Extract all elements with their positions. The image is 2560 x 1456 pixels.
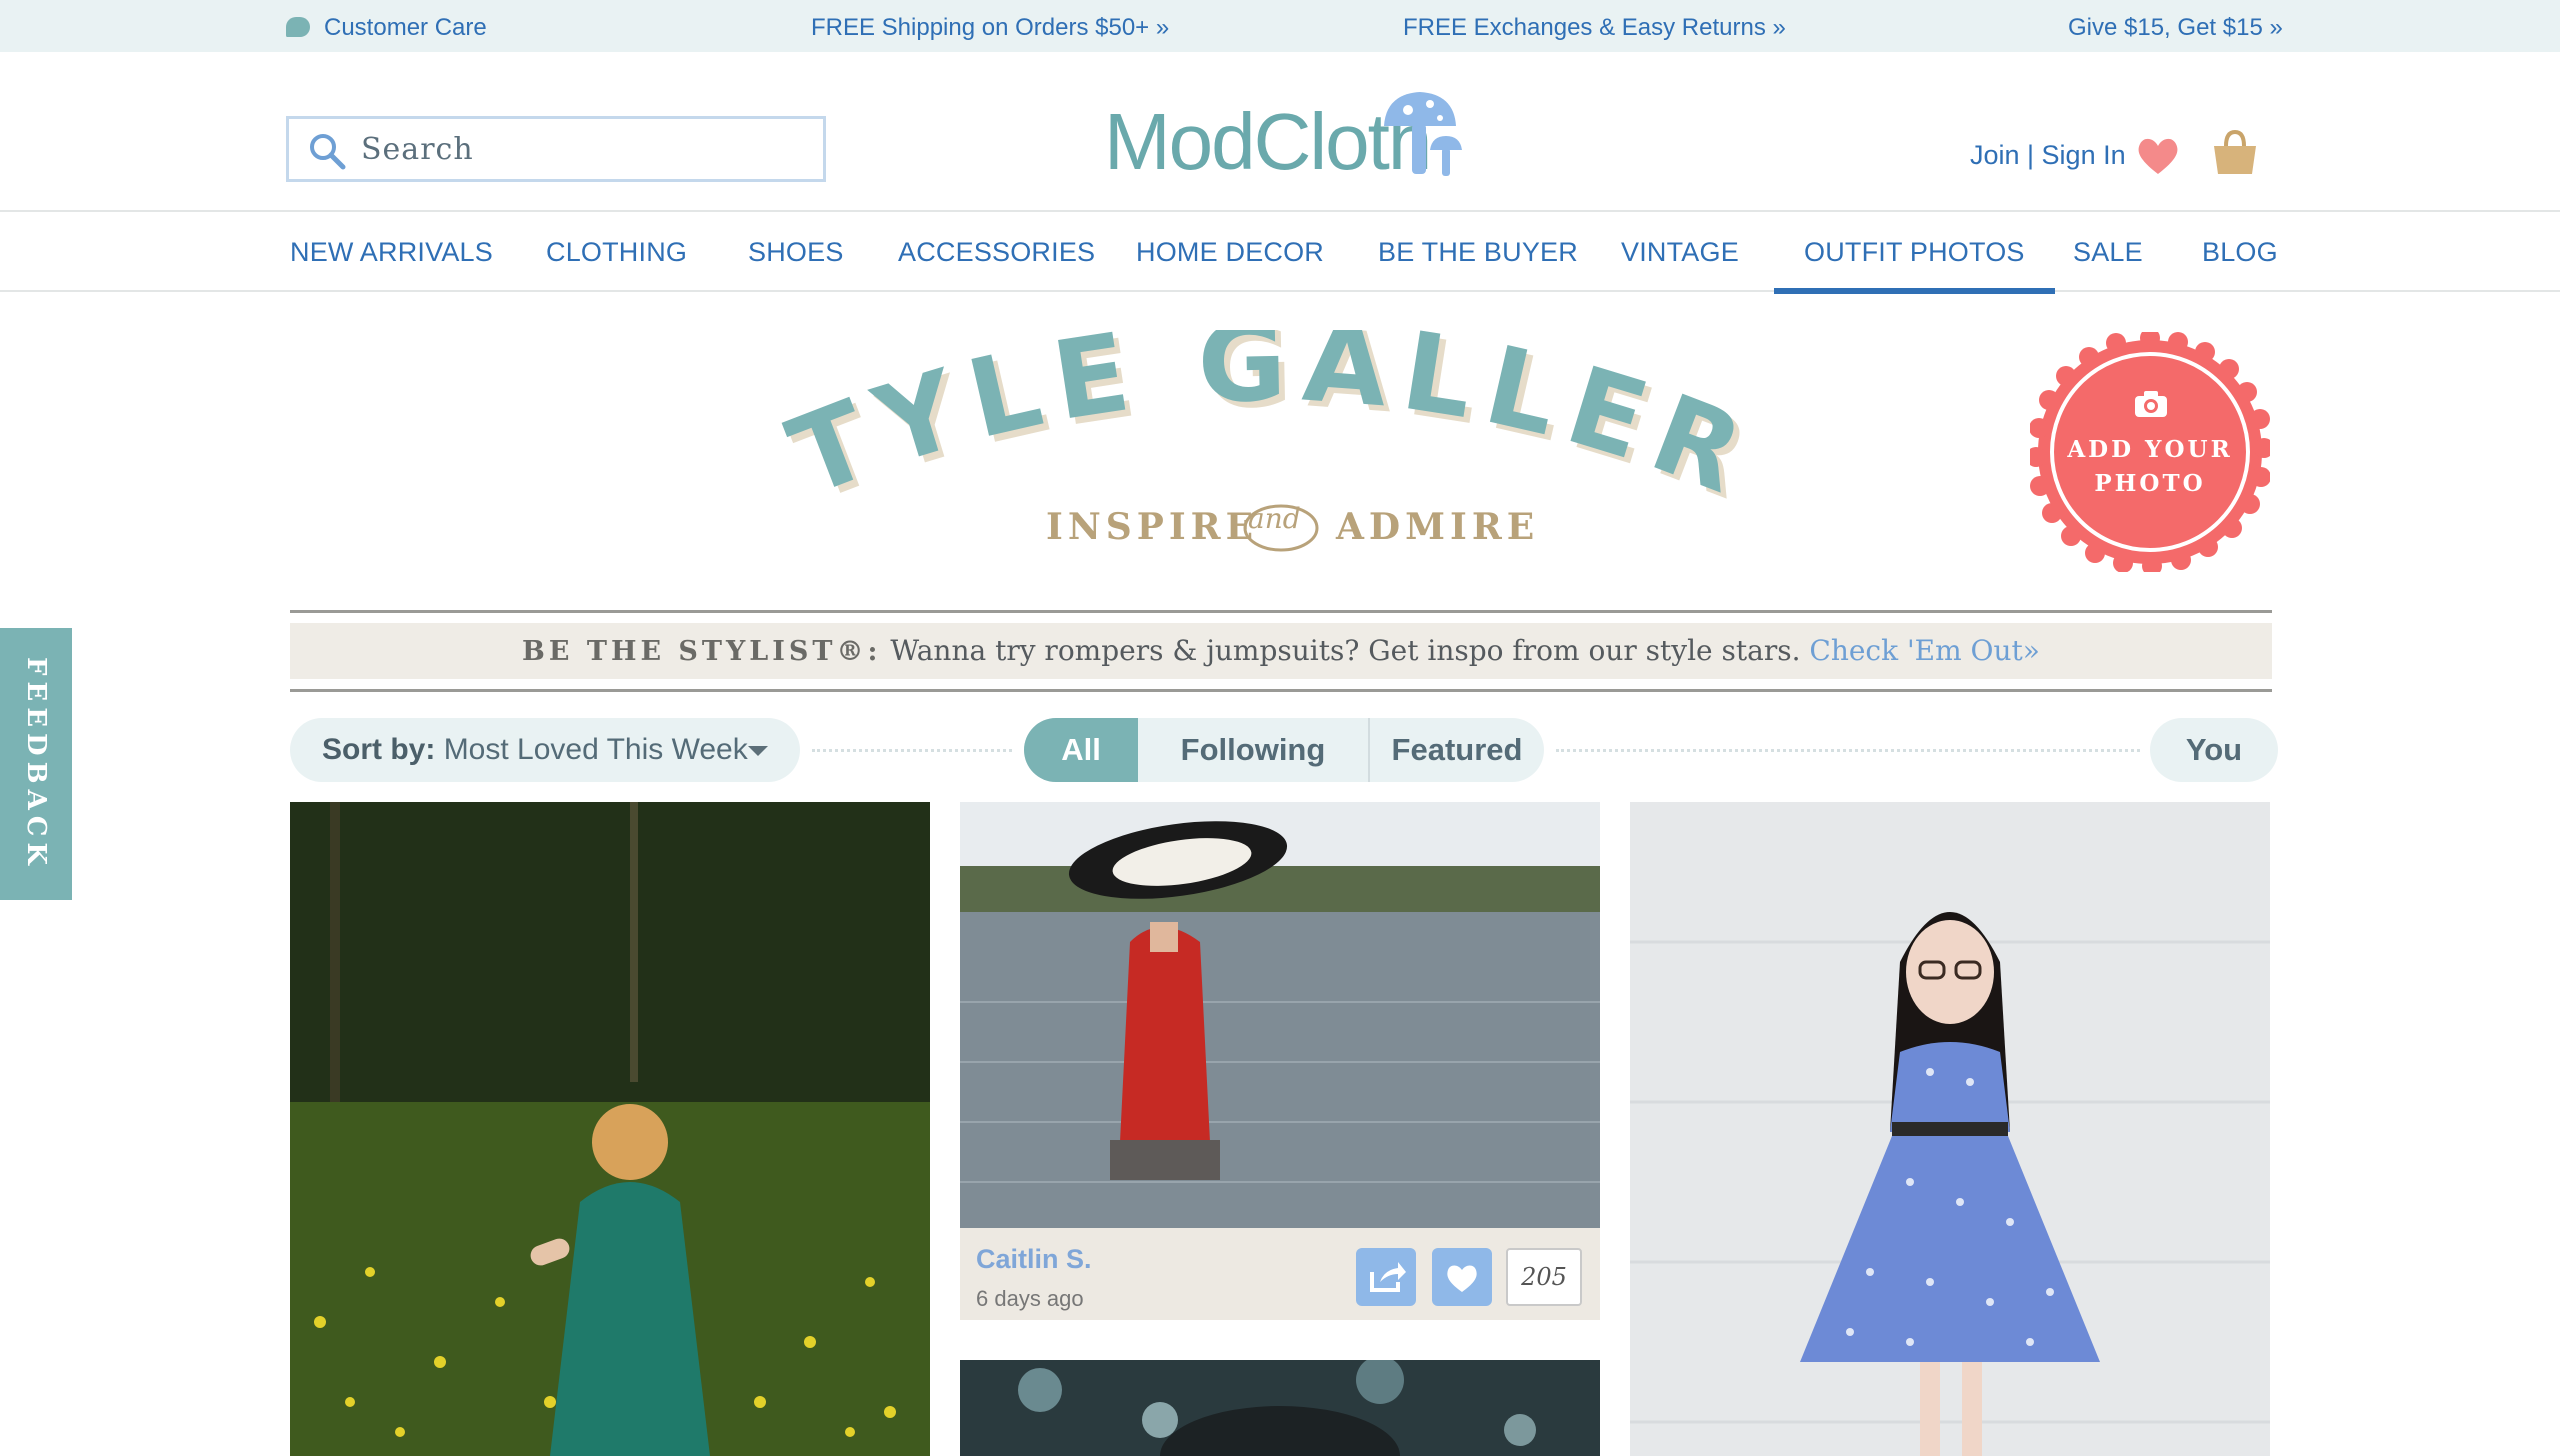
photo-author-link[interactable]: Caitlin S.	[976, 1244, 1092, 1275]
search-input[interactable]	[361, 119, 811, 179]
photo-red-swimsuit-lake	[960, 802, 1600, 1228]
tab-featured[interactable]: Featured	[1370, 718, 1544, 782]
utility-bar: Customer Care FREE Shipping on Orders $5…	[0, 0, 2560, 52]
feedback-tab[interactable]: FEEDBACK	[0, 628, 72, 900]
outfit-photo[interactable]	[960, 1360, 1600, 1456]
free-shipping-link[interactable]: FREE Shipping on Orders $50+ »	[811, 0, 1169, 52]
tab-following[interactable]: Following	[1138, 718, 1368, 782]
free-exchanges-link[interactable]: FREE Exchanges & Easy Returns »	[1403, 0, 1786, 52]
chevron-down-icon	[748, 746, 768, 756]
photo-card-footer: Caitlin S. 6 days ago 205	[960, 1228, 1600, 1320]
share-icon	[1370, 1262, 1406, 1292]
outfit-photo[interactable]	[290, 802, 930, 1456]
customer-care-link[interactable]: Customer Care	[286, 0, 487, 52]
outfit-photo[interactable]	[1630, 802, 2270, 1456]
search-icon[interactable]	[307, 131, 347, 171]
subtitle-admire: ADMIRE	[1336, 506, 1540, 548]
photo-green-dress-field	[290, 802, 930, 1456]
modcloth-logo[interactable]: ModCloth	[1104, 88, 1462, 188]
site-header: ModCloth Join | Sign In	[0, 52, 2560, 212]
nav-shoes[interactable]: SHOES	[748, 214, 844, 292]
heart-icon[interactable]	[2136, 136, 2180, 176]
nav-new-arrivals[interactable]: NEW ARRIVALS	[290, 214, 493, 292]
shopping-bag-icon[interactable]	[2212, 128, 2258, 176]
main-nav: NEW ARRIVALS CLOTHING SHOES ACCESSORIES …	[0, 214, 2560, 294]
be-the-stylist-banner: BE THE STYLIST®: Wanna try rompers & jum…	[290, 610, 2272, 692]
nav-blog[interactable]: BLOG	[2202, 214, 2278, 292]
join-sign-in-link[interactable]: Join | Sign In	[1970, 140, 2126, 171]
subtitle-and: and	[1248, 502, 1301, 535]
like-button[interactable]	[1432, 1248, 1492, 1306]
nav-clothing[interactable]: CLOTHING	[546, 214, 687, 292]
feedback-label: FEEDBACK	[21, 656, 51, 872]
nav-outfit-photos[interactable]: OUTFIT PHOTOS	[1774, 214, 2055, 294]
tab-all[interactable]: All	[1024, 718, 1138, 782]
photo-partial-bokeh	[960, 1360, 1600, 1456]
tab-you[interactable]: You	[2150, 718, 2278, 782]
dotted-divider	[812, 749, 1012, 752]
referral-link[interactable]: Give $15, Get $15 »	[2068, 0, 2283, 52]
dotted-divider	[1556, 749, 2140, 752]
nav-accessories[interactable]: ACCESSORIES	[898, 214, 1095, 292]
inspire-and-admire-subtitle: INSPIRE and ADMIRE	[1040, 496, 1534, 560]
sort-value: Most Loved This Week	[443, 733, 748, 766]
style-gallery-title: STYLE GALLERY STYLE GALLERY	[760, 330, 1758, 520]
check-em-out-link[interactable]: Check 'Em Out»	[1809, 634, 2040, 667]
banner-text: Wanna try rompers & jumpsuits? Get inspo…	[890, 634, 1801, 667]
heart-icon	[1447, 1265, 1477, 1292]
search-box[interactable]	[286, 116, 826, 182]
photo-filter-tabs: All Following Featured	[1024, 718, 1544, 782]
like-count: 205	[1506, 1248, 1582, 1306]
camera-icon	[2135, 391, 2167, 417]
chat-bubble-icon	[286, 17, 310, 37]
nav-be-the-buyer[interactable]: BE THE BUYER	[1378, 214, 1578, 292]
outfit-photo[interactable]	[960, 802, 1600, 1228]
sort-dropdown[interactable]: Sort by: Most Loved This Week	[290, 718, 800, 782]
badge-line-2: PHOTO	[2094, 470, 2206, 497]
mushroom-icon	[1384, 92, 1462, 176]
add-your-photo-button[interactable]: ADD YOUR PHOTO	[2030, 332, 2270, 572]
subtitle-inspire: INSPIRE	[1046, 506, 1259, 548]
nav-home-decor[interactable]: HOME DECOR	[1136, 214, 1324, 292]
badge-line-1: ADD YOUR	[2067, 436, 2233, 463]
sort-label: Sort by:	[322, 733, 436, 766]
photo-blue-polka-dress	[1630, 802, 2270, 1456]
photo-timestamp: 6 days ago	[976, 1286, 1084, 1311]
banner-label: BE THE STYLIST®:	[522, 636, 882, 667]
nav-sale[interactable]: SALE	[2073, 214, 2143, 292]
share-button[interactable]	[1356, 1248, 1416, 1306]
nav-vintage[interactable]: VINTAGE	[1621, 214, 1739, 292]
